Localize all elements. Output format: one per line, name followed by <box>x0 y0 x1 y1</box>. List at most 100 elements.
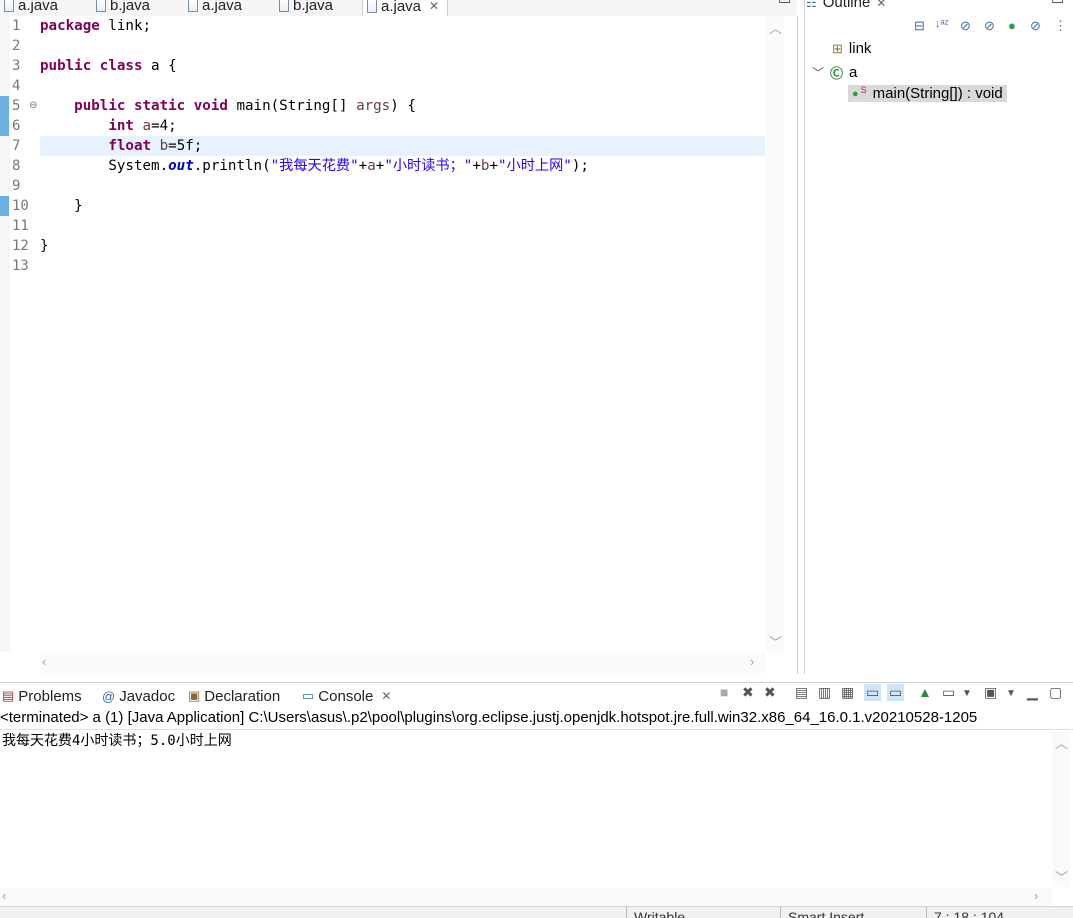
outline-item-label: link <box>848 40 872 57</box>
java-file-icon <box>188 0 198 12</box>
hide-local-types-icon[interactable]: ⊘ <box>1030 18 1041 34</box>
code-line-1: package link; <box>40 16 151 36</box>
keyword: package <box>40 18 100 34</box>
remove-all-terminated-icon[interactable]: ✖ <box>764 684 776 701</box>
open-console-icon[interactable]: ▣ <box>984 684 997 701</box>
editor-horizontal-scrollbar[interactable]: ‹ › <box>40 653 766 673</box>
outline-item-class[interactable]: ﹀ Ⓒ a <box>812 63 857 82</box>
scroll-up-icon[interactable]: ︿ <box>769 18 782 37</box>
scroll-down-icon[interactable]: ﹀ <box>769 632 782 651</box>
javadoc-icon: @ <box>102 688 116 704</box>
outline-item-package[interactable]: ⊞ link <box>832 40 871 57</box>
close-icon[interactable]: ✕ <box>381 689 391 703</box>
scroll-up-icon[interactable]: ︿ <box>1055 733 1068 752</box>
line-number: 1 <box>12 18 21 34</box>
code-line-6: int a=4; <box>40 116 176 136</box>
editor-tab[interactable]: a.java <box>4 0 58 15</box>
terminate-icon[interactable]: ■ <box>720 684 728 700</box>
operator: + <box>472 158 481 174</box>
outline-item-label: a <box>849 64 858 81</box>
keyword: static <box>133 98 186 114</box>
line-number: 10 <box>12 198 29 214</box>
problems-icon: ▤ <box>2 688 15 703</box>
scroll-left-icon[interactable]: ‹ <box>42 654 46 669</box>
console-launch-description: <terminated> a (1) [Java Application] C:… <box>0 709 1073 730</box>
close-icon[interactable]: ✕ <box>429 0 439 13</box>
operator: + <box>358 158 368 174</box>
line-number: 13 <box>12 258 29 274</box>
declaration-icon: ▣ <box>188 688 201 703</box>
sort-icon[interactable]: ↓ᵃᶻ <box>935 18 949 30</box>
java-file-icon <box>367 0 377 13</box>
variable: b <box>151 138 169 154</box>
collapse-all-icon[interactable]: ⊟ <box>914 18 925 34</box>
hide-static-icon[interactable]: ⊘ <box>984 18 995 34</box>
code-text: .println( <box>193 158 271 174</box>
editor-tab-strip: a.java b.java a.java b.java a.java ✕ ▭ <box>0 0 797 17</box>
chevron-down-icon[interactable]: ▼ <box>1006 688 1016 699</box>
status-divider <box>626 907 627 918</box>
line-number: 6 <box>12 118 21 134</box>
editor-tab-active[interactable]: a.java ✕ <box>362 0 449 16</box>
code-text: System. <box>108 158 169 174</box>
editor-tab-label: a.java <box>381 0 422 15</box>
outline-tab-label: Outline <box>822 0 871 11</box>
java-file-icon <box>4 0 14 12</box>
view-menu-icon[interactable]: ⋮ <box>1054 18 1067 34</box>
pin-console-icon[interactable]: ▲ <box>918 684 932 700</box>
hide-nonpublic-icon[interactable]: ● <box>1008 18 1016 33</box>
status-divider <box>780 907 781 918</box>
class-icon: Ⓒ <box>830 66 844 81</box>
line-number: 3 <box>12 58 21 74</box>
line-number: 12 <box>12 238 29 254</box>
scroll-right-icon[interactable]: › <box>750 654 754 669</box>
operator: + <box>489 158 498 174</box>
show-on-stdout-icon[interactable]: ▭ <box>864 684 882 701</box>
keyword: public <box>40 58 92 74</box>
minimize-icon[interactable]: ▭ <box>1051 0 1064 8</box>
line-number: 5 <box>12 98 21 114</box>
chevron-down-icon[interactable]: ▼ <box>962 688 972 699</box>
editor-vertical-scrollbar[interactable]: ︿ ﹀ <box>766 16 784 652</box>
tab-declaration[interactable]: ▣ Declaration <box>188 685 280 707</box>
editor-tab[interactable]: a.java <box>188 0 242 15</box>
outline-item-method[interactable]: ● S main(String[]) : void <box>848 85 1007 102</box>
tab-outline[interactable]: ☷ Outline ✕ <box>806 0 886 11</box>
close-icon[interactable]: ✕ <box>876 0 886 10</box>
tab-javadoc[interactable]: @ Javadoc <box>102 685 175 707</box>
console-vertical-scrollbar[interactable]: ︿ ﹀ <box>1052 731 1070 887</box>
method-icon: ● <box>852 87 859 100</box>
chevron-down-icon[interactable]: ﹀ <box>812 64 824 81</box>
scroll-right-icon[interactable]: › <box>1034 888 1038 903</box>
tab-console[interactable]: ▭ Console ✕ <box>302 685 392 707</box>
editor-tab[interactable]: b.java <box>96 0 150 15</box>
fold-collapse-icon[interactable]: ⊖ <box>29 100 37 111</box>
line-number: 2 <box>12 38 21 54</box>
package-icon: ⊞ <box>832 40 843 56</box>
scroll-down-icon[interactable]: ﹀ <box>1055 867 1068 886</box>
tab-label: Problems <box>18 687 82 705</box>
hide-fields-icon[interactable]: ⊘ <box>960 18 971 34</box>
status-bar: Writable Smart Insert 7 : 18 : 104 <box>0 906 1073 918</box>
editor-tab[interactable]: b.java <box>279 0 333 15</box>
console-horizontal-scrollbar[interactable]: ‹ › <box>0 888 1052 906</box>
minimize-icon[interactable]: ▁ <box>1027 684 1038 701</box>
show-on-stderr-icon[interactable]: ▭ <box>887 684 905 701</box>
keyword: float <box>108 138 152 154</box>
keyword: public <box>74 98 126 114</box>
scroll-left-icon[interactable]: ‹ <box>2 888 6 903</box>
minimize-icon[interactable]: ▭ <box>778 0 791 8</box>
display-console-icon[interactable]: ▭ <box>942 684 955 701</box>
line-number: 8 <box>12 158 21 174</box>
code-line-3: public class a { <box>40 56 177 76</box>
clear-console-icon[interactable]: ▤ <box>795 684 808 701</box>
change-marker <box>0 196 9 216</box>
tab-problems[interactable]: ▤ Problems <box>2 685 82 707</box>
variable: a <box>133 118 152 134</box>
maximize-icon[interactable]: ▢ <box>1049 684 1062 701</box>
console-output[interactable]: 我每天花费4小时读书；5.0小时上网 <box>2 730 232 750</box>
word-wrap-icon[interactable]: ▦ <box>841 684 854 701</box>
scroll-lock-icon[interactable]: ▥ <box>818 684 831 701</box>
line-number: 7 <box>12 138 21 154</box>
remove-launch-icon[interactable]: ✖ <box>742 684 754 701</box>
